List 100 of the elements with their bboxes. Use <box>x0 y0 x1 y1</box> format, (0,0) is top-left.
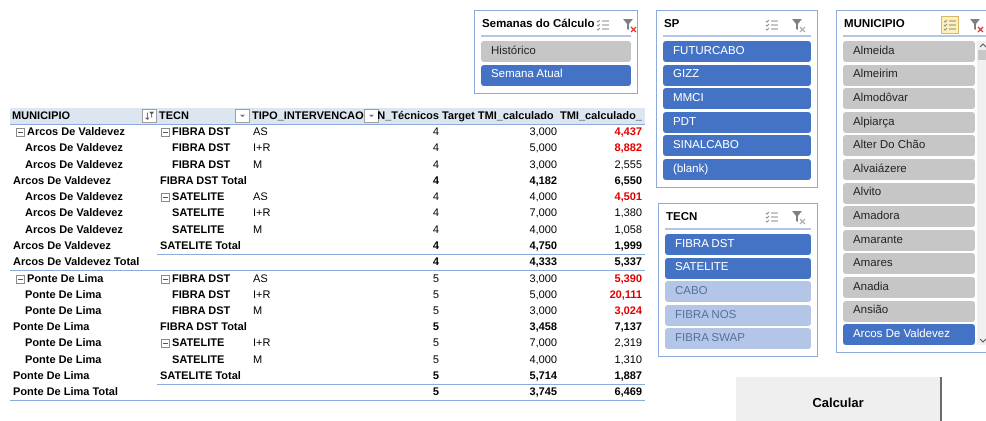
scrollbar[interactable] <box>977 41 986 346</box>
slicer-item[interactable]: Ansião <box>843 300 975 322</box>
table-cell: 3,745 <box>529 386 557 398</box>
clear-filter-icon[interactable] <box>622 18 638 32</box>
row-label: Arcos De Valdevez <box>27 127 125 138</box>
table-cell: 5,337 <box>614 256 642 268</box>
table-cell: AS <box>253 191 268 204</box>
slicer-item[interactable]: PDT <box>663 112 811 133</box>
collapse-icon[interactable] <box>16 128 25 138</box>
slicer-title: MUNICIPIO <box>844 17 906 32</box>
table-cell: 4,000 <box>529 191 557 204</box>
row-label: Arcos De Valdevez Total <box>13 256 140 268</box>
slicer-item[interactable]: Almeirim <box>843 64 975 86</box>
table-cell: I+R <box>253 337 270 350</box>
table-cell: 2,319 <box>614 337 642 350</box>
table-cell: M <box>253 158 262 171</box>
table-cell: 7,137 <box>614 321 642 334</box>
table-cell: 5 <box>432 386 439 398</box>
row-label: FIBRA DST Total <box>160 322 247 334</box>
row-label: SATELITE <box>172 208 224 220</box>
row-label: SATELITE <box>172 224 224 236</box>
table-cell: M <box>253 304 262 317</box>
clear-filter-icon[interactable] <box>791 210 807 226</box>
table-cell: 5 <box>432 354 439 366</box>
calcular-button[interactable]: Calcular <box>736 377 942 421</box>
slicer-item[interactable]: Semana Atual <box>481 64 631 86</box>
table-cell: 5 <box>432 321 439 334</box>
slicer-item[interactable]: GIZZ <box>663 64 811 86</box>
table-cell: 4,000 <box>529 224 557 236</box>
column-header: N_Técnicos <box>377 108 439 124</box>
table-cell: 5 <box>432 337 439 350</box>
table-cell: 4,333 <box>529 256 557 268</box>
table-cell: M <box>253 224 262 236</box>
slicer-item[interactable]: Almodôvar <box>843 88 975 110</box>
slicer-item[interactable]: FUTURCABO <box>663 41 811 62</box>
collapse-icon[interactable] <box>161 128 170 138</box>
slicer-item[interactable]: Alter Do Chão <box>843 135 975 156</box>
table-cell: 5 <box>432 272 439 285</box>
slicer-item[interactable]: Alvito <box>843 182 975 204</box>
slicer-item[interactable]: Alvaiázere <box>843 158 975 180</box>
slicer-title: Semanas do Cálculo <box>482 17 594 32</box>
slicer-item[interactable]: (blank) <box>663 158 811 180</box>
scroll-down-icon[interactable] <box>979 338 986 344</box>
table-cell: 3,000 <box>529 126 557 138</box>
row-label: Arcos De Valdevez <box>25 160 123 171</box>
slicer-item[interactable]: Alpiarça <box>843 112 975 133</box>
table-cell: M <box>253 354 262 366</box>
row-label: Arcos De Valdevez <box>25 143 123 154</box>
table-cell: 4 <box>432 224 439 236</box>
scroll-thumb[interactable] <box>978 50 986 60</box>
slicer-item[interactable]: Anadia <box>843 276 975 298</box>
clear-filter-icon[interactable] <box>969 18 985 32</box>
table-cell: 2,555 <box>614 158 642 171</box>
table-cell: 4,000 <box>529 354 557 366</box>
slicer-item[interactable]: MMCI <box>663 88 811 110</box>
table-cell: 4,750 <box>529 240 557 252</box>
slicer-item[interactable]: Almeida <box>843 41 975 62</box>
table-cell: 3,000 <box>529 158 557 171</box>
filter-applied-icon[interactable] <box>142 108 157 123</box>
multi-select-icon[interactable] <box>941 16 959 34</box>
row-label: SATELITE <box>172 338 224 350</box>
slicer-item[interactable]: SATELITE <box>665 258 811 279</box>
table-cell: 1,887 <box>614 370 642 382</box>
table-cell: 1,999 <box>614 240 642 252</box>
row-label: FIBRA DST <box>172 143 230 154</box>
row-label: Ponte De Lima <box>25 306 102 317</box>
table-cell: 3,000 <box>529 304 557 317</box>
table-cell: 5,000 <box>529 288 557 301</box>
collapse-icon[interactable] <box>161 339 170 348</box>
collapse-icon[interactable] <box>161 193 170 202</box>
table-cell: 5,390 <box>614 272 642 285</box>
table-cell: 4,182 <box>529 174 557 187</box>
table-cell: AS <box>253 126 268 138</box>
row-label: Ponte De Lima <box>25 354 102 366</box>
row-label: SATELITE Total <box>160 370 241 382</box>
slicer-item[interactable]: Amadora <box>843 206 975 228</box>
slicer-item[interactable]: Arcos De Valdevez <box>843 324 975 346</box>
slicer-item[interactable]: Amarante <box>843 230 975 251</box>
slicer-item[interactable]: Histórico <box>481 41 631 62</box>
row-label: Ponte De Lima <box>25 338 102 350</box>
row-label: FIBRA DST <box>172 306 230 317</box>
column-header: TECN <box>159 108 190 124</box>
table-cell: AS <box>253 272 268 285</box>
clear-filter-icon[interactable] <box>791 18 807 32</box>
slicer-item[interactable]: SINALCABO <box>663 135 811 156</box>
table-cell: I+R <box>253 207 270 220</box>
table-cell: 3,000 <box>529 272 557 285</box>
row-label: Arcos De Valdevez <box>13 176 111 187</box>
scroll-up-icon[interactable] <box>979 43 986 48</box>
row-label: Ponte De Lima <box>25 290 102 301</box>
slicer-item[interactable]: FIBRA DST <box>665 234 811 255</box>
table-cell: 5,714 <box>529 370 557 382</box>
table-cell: I+R <box>253 288 270 301</box>
collapse-icon[interactable] <box>16 274 25 284</box>
row-label: Ponte De Lima Total <box>13 386 118 398</box>
row-label: SATELITE <box>172 192 224 204</box>
slicer-item[interactable]: Amares <box>843 253 975 274</box>
collapse-icon[interactable] <box>161 274 170 284</box>
dropdown-icon[interactable] <box>364 108 379 123</box>
row-label: Arcos De Valdevez <box>13 240 111 252</box>
